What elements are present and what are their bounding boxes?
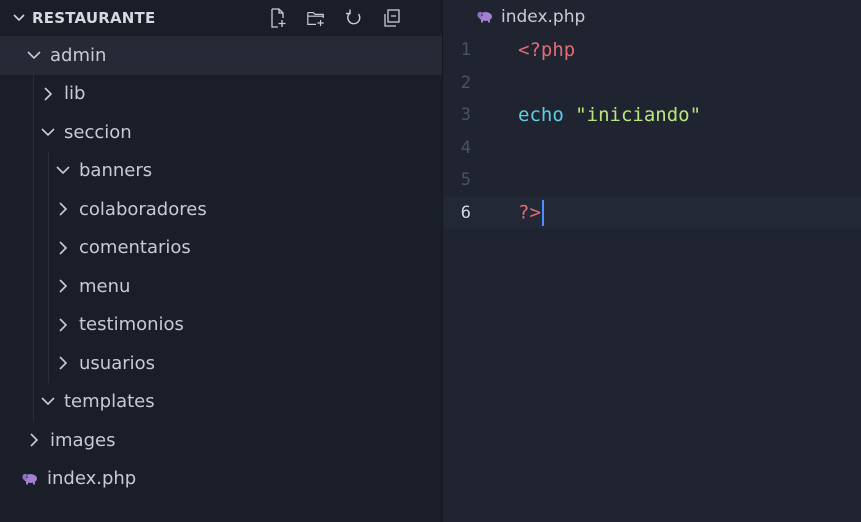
line-number: 4 (460, 137, 471, 158)
indent-guide (33, 151, 34, 190)
code-line: 1 <?php (443, 34, 861, 67)
indent-guide (33, 267, 34, 306)
file-tree: admin lib seccion banners colaboradores … (0, 36, 442, 498)
tree-item-banners[interactable]: banners (0, 151, 442, 190)
tab-label: index.php (501, 7, 586, 27)
indent-guide (33, 344, 34, 383)
indent-guide (33, 228, 34, 267)
line-number: 5 (460, 170, 471, 191)
new-folder-icon[interactable] (306, 8, 326, 28)
tree-item-testimonios[interactable]: testimonios (0, 305, 442, 344)
code-line-current: 6 ?> (443, 196, 861, 229)
line-number: 1 (460, 40, 471, 61)
indent-guide (48, 344, 49, 383)
chevron-down-icon (12, 14, 26, 22)
indent-guide (48, 305, 49, 344)
editor-panel: index.php 1 <?php 2 3 echo "iniciando" 4… (443, 0, 861, 522)
php-elephant-icon (22, 473, 38, 485)
app-window: RESTAURANTE admin lib seccion banners co… (0, 0, 861, 522)
explorer-actions (268, 4, 402, 32)
indent-guide (33, 74, 34, 113)
chevron-down-icon (26, 47, 42, 63)
tree-item-label: usuarios (79, 352, 156, 374)
refresh-icon[interactable] (344, 8, 364, 28)
chevron-down-icon (55, 163, 71, 179)
tree-item-label: colaboradores (79, 198, 207, 220)
editor-tab-index-php[interactable]: index.php (443, 0, 861, 34)
chevron-right-icon (40, 86, 56, 102)
tree-item-index-php[interactable]: index.php (0, 460, 442, 499)
tree-item-images[interactable]: images (0, 421, 442, 460)
chevron-right-icon (55, 240, 71, 256)
indent-guide (33, 190, 34, 229)
line-number: 6 (460, 202, 471, 223)
tree-item-lib[interactable]: lib (0, 74, 442, 113)
code-line: 4 (443, 132, 861, 165)
code-area[interactable]: 1 <?php 2 3 echo "iniciando" 4 5 6 ?> (443, 34, 861, 229)
indent-guide (48, 267, 49, 306)
tree-item-label: menu (79, 275, 131, 297)
code-line: 2 (443, 67, 861, 100)
chevron-down-icon (40, 124, 56, 140)
tree-item-usuarios[interactable]: usuarios (0, 344, 442, 383)
tree-item-label: seccion (64, 121, 132, 143)
tree-item-templates[interactable]: templates (0, 382, 442, 421)
tree-item-comentarios[interactable]: comentarios (0, 228, 442, 267)
indent-guide (48, 228, 49, 267)
line-code: ?> (518, 199, 544, 226)
tree-item-label: images (50, 429, 116, 451)
collapse-all-icon[interactable] (382, 8, 402, 28)
line-number: 2 (460, 72, 471, 93)
indent-guide (33, 113, 34, 152)
php-elephant-icon (477, 11, 493, 23)
php-open-tag: <?php (518, 39, 576, 62)
explorer-title: RESTAURANTE (32, 9, 156, 27)
line-code: echo "iniciando" (518, 104, 701, 126)
indent-guide (48, 190, 49, 229)
tree-item-colaboradores[interactable]: colaboradores (0, 190, 442, 229)
chevron-right-icon (55, 201, 71, 217)
indent-guide (33, 305, 34, 344)
indent-guide (48, 151, 49, 190)
code-line: 5 (443, 164, 861, 197)
tree-item-label: banners (79, 160, 153, 182)
text-cursor (541, 199, 544, 226)
chevron-right-icon (55, 278, 71, 294)
chevron-right-icon (55, 317, 71, 333)
chevron-right-icon (55, 355, 71, 371)
chevron-down-icon (40, 394, 56, 410)
explorer-panel: RESTAURANTE admin lib seccion banners co… (0, 0, 443, 522)
line-code: <?php (518, 39, 575, 61)
php-close-tag: ?> (518, 201, 541, 224)
line-number: 3 (460, 105, 471, 126)
tree-item-label: templates (64, 391, 155, 413)
tree-item-seccion[interactable]: seccion (0, 113, 442, 152)
new-file-icon[interactable] (268, 8, 288, 28)
tree-item-admin[interactable]: admin (0, 36, 442, 75)
chevron-right-icon (26, 432, 42, 448)
string-literal: "iniciando" (575, 104, 702, 127)
tree-item-label: testimonios (79, 314, 184, 336)
tree-item-menu[interactable]: menu (0, 267, 442, 306)
tree-item-label: admin (50, 44, 107, 66)
tree-item-label: index.php (47, 468, 137, 490)
echo-keyword: echo (518, 104, 564, 127)
tree-item-label: comentarios (79, 237, 191, 259)
indent-guide (33, 382, 34, 421)
code-line: 3 echo "iniciando" (443, 99, 861, 132)
tree-item-label: lib (64, 83, 86, 105)
